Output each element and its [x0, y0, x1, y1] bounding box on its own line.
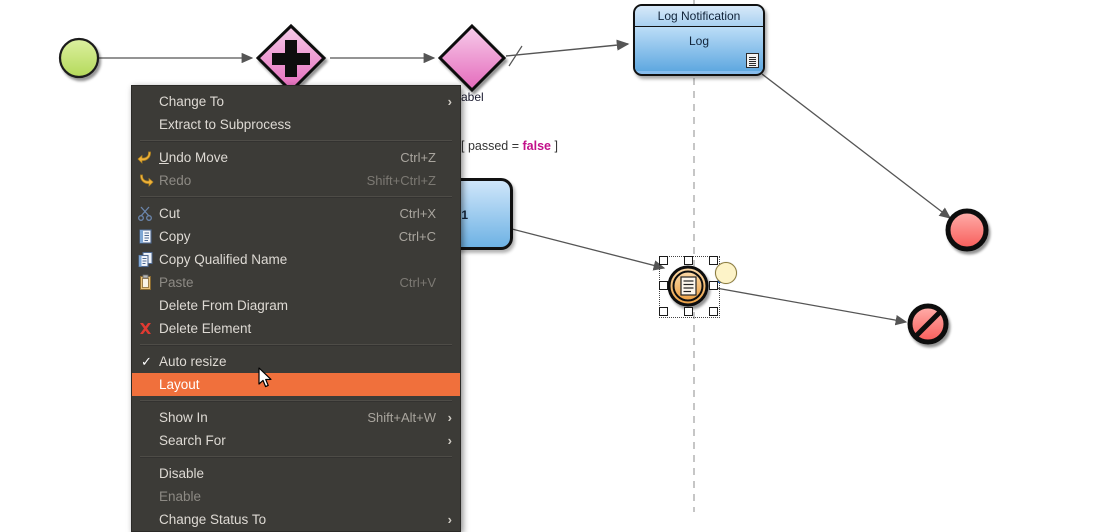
selection-handle-nw[interactable] — [659, 256, 668, 265]
menu-item-label: Copy Qualified Name — [159, 252, 288, 267]
menu-separator — [140, 196, 452, 198]
selection-handle-s[interactable] — [684, 307, 693, 316]
menu-item-copy-qualified-name[interactable]: Copy Qualified Name — [132, 248, 460, 271]
copy-icon — [137, 228, 154, 245]
flow-process-to-selected — [507, 227, 666, 271]
menu-separator — [140, 140, 452, 142]
menu-item-shortcut: Ctrl+C — [398, 229, 436, 244]
terminate-event-node — [907, 303, 949, 345]
menu-item-label: Search For — [159, 433, 226, 448]
menu-item-label: Disable — [159, 466, 205, 481]
chevron-right-icon: › — [447, 94, 452, 109]
menu-item-redo: Redo Shift+Ctrl+Z — [132, 169, 460, 192]
menu-item-label: Paste — [159, 275, 194, 290]
menu-item-label: Copy — [159, 229, 191, 244]
undo-icon — [137, 149, 154, 166]
condition-value: false — [522, 139, 552, 153]
menu-item-label: Enable — [159, 489, 202, 504]
task-list-marker-icon — [746, 53, 759, 68]
menu-item-label: Change To — [159, 94, 225, 109]
menu-item-shortcut: Shift+Alt+W — [367, 410, 436, 425]
selection-handle-sw[interactable] — [659, 307, 668, 316]
selection-handle-e[interactable] — [709, 281, 718, 290]
scissors-icon — [137, 205, 154, 222]
menu-item-shortcut: Ctrl+Z — [400, 150, 436, 165]
menu-item-change-to[interactable]: Change To › — [132, 90, 460, 113]
task-log-notification[interactable]: Log Notification Log — [633, 4, 765, 76]
menu-item-label: Delete Element — [159, 321, 252, 336]
task-header-label: Log Notification — [635, 6, 763, 27]
menu-item-label-rest: ndo Move — [168, 150, 229, 165]
menu-item-extract-to-subprocess[interactable]: Extract to Subprocess — [132, 113, 460, 136]
condition-prefix: [ passed = — [461, 139, 523, 153]
menu-item-enable: Enable — [132, 485, 460, 508]
selection-handle-n[interactable] — [684, 256, 693, 265]
menu-item-label: Extract to Subprocess — [159, 117, 292, 132]
chevron-right-icon: › — [447, 512, 452, 527]
menu-item-show-in[interactable]: Show In Shift+Alt+W › — [132, 406, 460, 429]
redo-icon — [137, 172, 154, 189]
menu-item-label: Cut — [159, 206, 181, 221]
menu-separator — [140, 344, 452, 346]
menu-item-change-status-to[interactable]: Change Status To › — [132, 508, 460, 531]
menu-item-label: Show In — [159, 410, 208, 425]
menu-item-mnemonic: U — [159, 150, 169, 165]
menu-item-shortcut: Shift+Ctrl+Z — [366, 173, 436, 188]
menu-item-delete-element[interactable]: Delete Element — [132, 317, 460, 340]
selection-handle-w[interactable] — [659, 281, 668, 290]
menu-item-label: Delete From Diagram — [159, 298, 289, 313]
exclusive-gateway-node — [437, 23, 507, 93]
menu-item-label: Layout — [159, 377, 200, 392]
start-event-node — [58, 37, 100, 79]
menu-item-label: Undo Move — [159, 150, 228, 165]
selection-handle-ne[interactable] — [709, 256, 718, 265]
menu-separator — [140, 400, 452, 402]
mouse-cursor — [258, 367, 272, 388]
menu-item-search-for[interactable]: Search For › — [132, 429, 460, 452]
menu-item-layout[interactable]: Layout — [132, 373, 460, 396]
parallel-gateway-node — [255, 23, 327, 94]
condition-expression: [ passed = false ] — [461, 139, 558, 153]
menu-item-cut[interactable]: Cut Ctrl+X — [132, 202, 460, 225]
menu-separator — [140, 456, 452, 458]
condition-suffix: ] — [551, 139, 558, 153]
menu-item-paste: Paste Ctrl+V — [132, 271, 460, 294]
menu-item-label: Auto resize — [159, 354, 227, 369]
menu-item-undo-move[interactable]: Undo Move Ctrl+Z — [132, 146, 460, 169]
end-event-node — [945, 208, 989, 252]
menu-item-label: Redo — [159, 173, 192, 188]
checkmark-icon: ✓ — [141, 354, 152, 369]
menu-item-disable[interactable]: Disable — [132, 462, 460, 485]
menu-item-copy[interactable]: Copy Ctrl+C — [132, 225, 460, 248]
menu-item-delete-from-diagram[interactable]: Delete From Diagram — [132, 294, 460, 317]
flow-selected-to-terminate — [715, 287, 908, 326]
chevron-right-icon: › — [447, 410, 452, 425]
copy-qualified-icon — [137, 251, 154, 268]
flow-exclusive-to-log — [505, 39, 630, 57]
menu-item-label: Change Status To — [159, 512, 267, 527]
context-menu[interactable]: Change To › Extract to Subprocess Undo M… — [131, 85, 461, 532]
flow-log-to-end — [761, 73, 952, 219]
menu-item-auto-resize[interactable]: ✓ Auto resize — [132, 350, 460, 373]
menu-item-shortcut: Ctrl+V — [399, 275, 436, 290]
task-body-label: Log — [688, 34, 710, 48]
delete-x-icon — [137, 320, 154, 337]
clipboard-icon — [137, 274, 154, 291]
edit-curve-handle[interactable] — [715, 262, 737, 284]
selection-handle-se[interactable] — [709, 307, 718, 316]
chevron-right-icon: › — [447, 433, 452, 448]
menu-item-shortcut: Ctrl+X — [399, 206, 436, 221]
